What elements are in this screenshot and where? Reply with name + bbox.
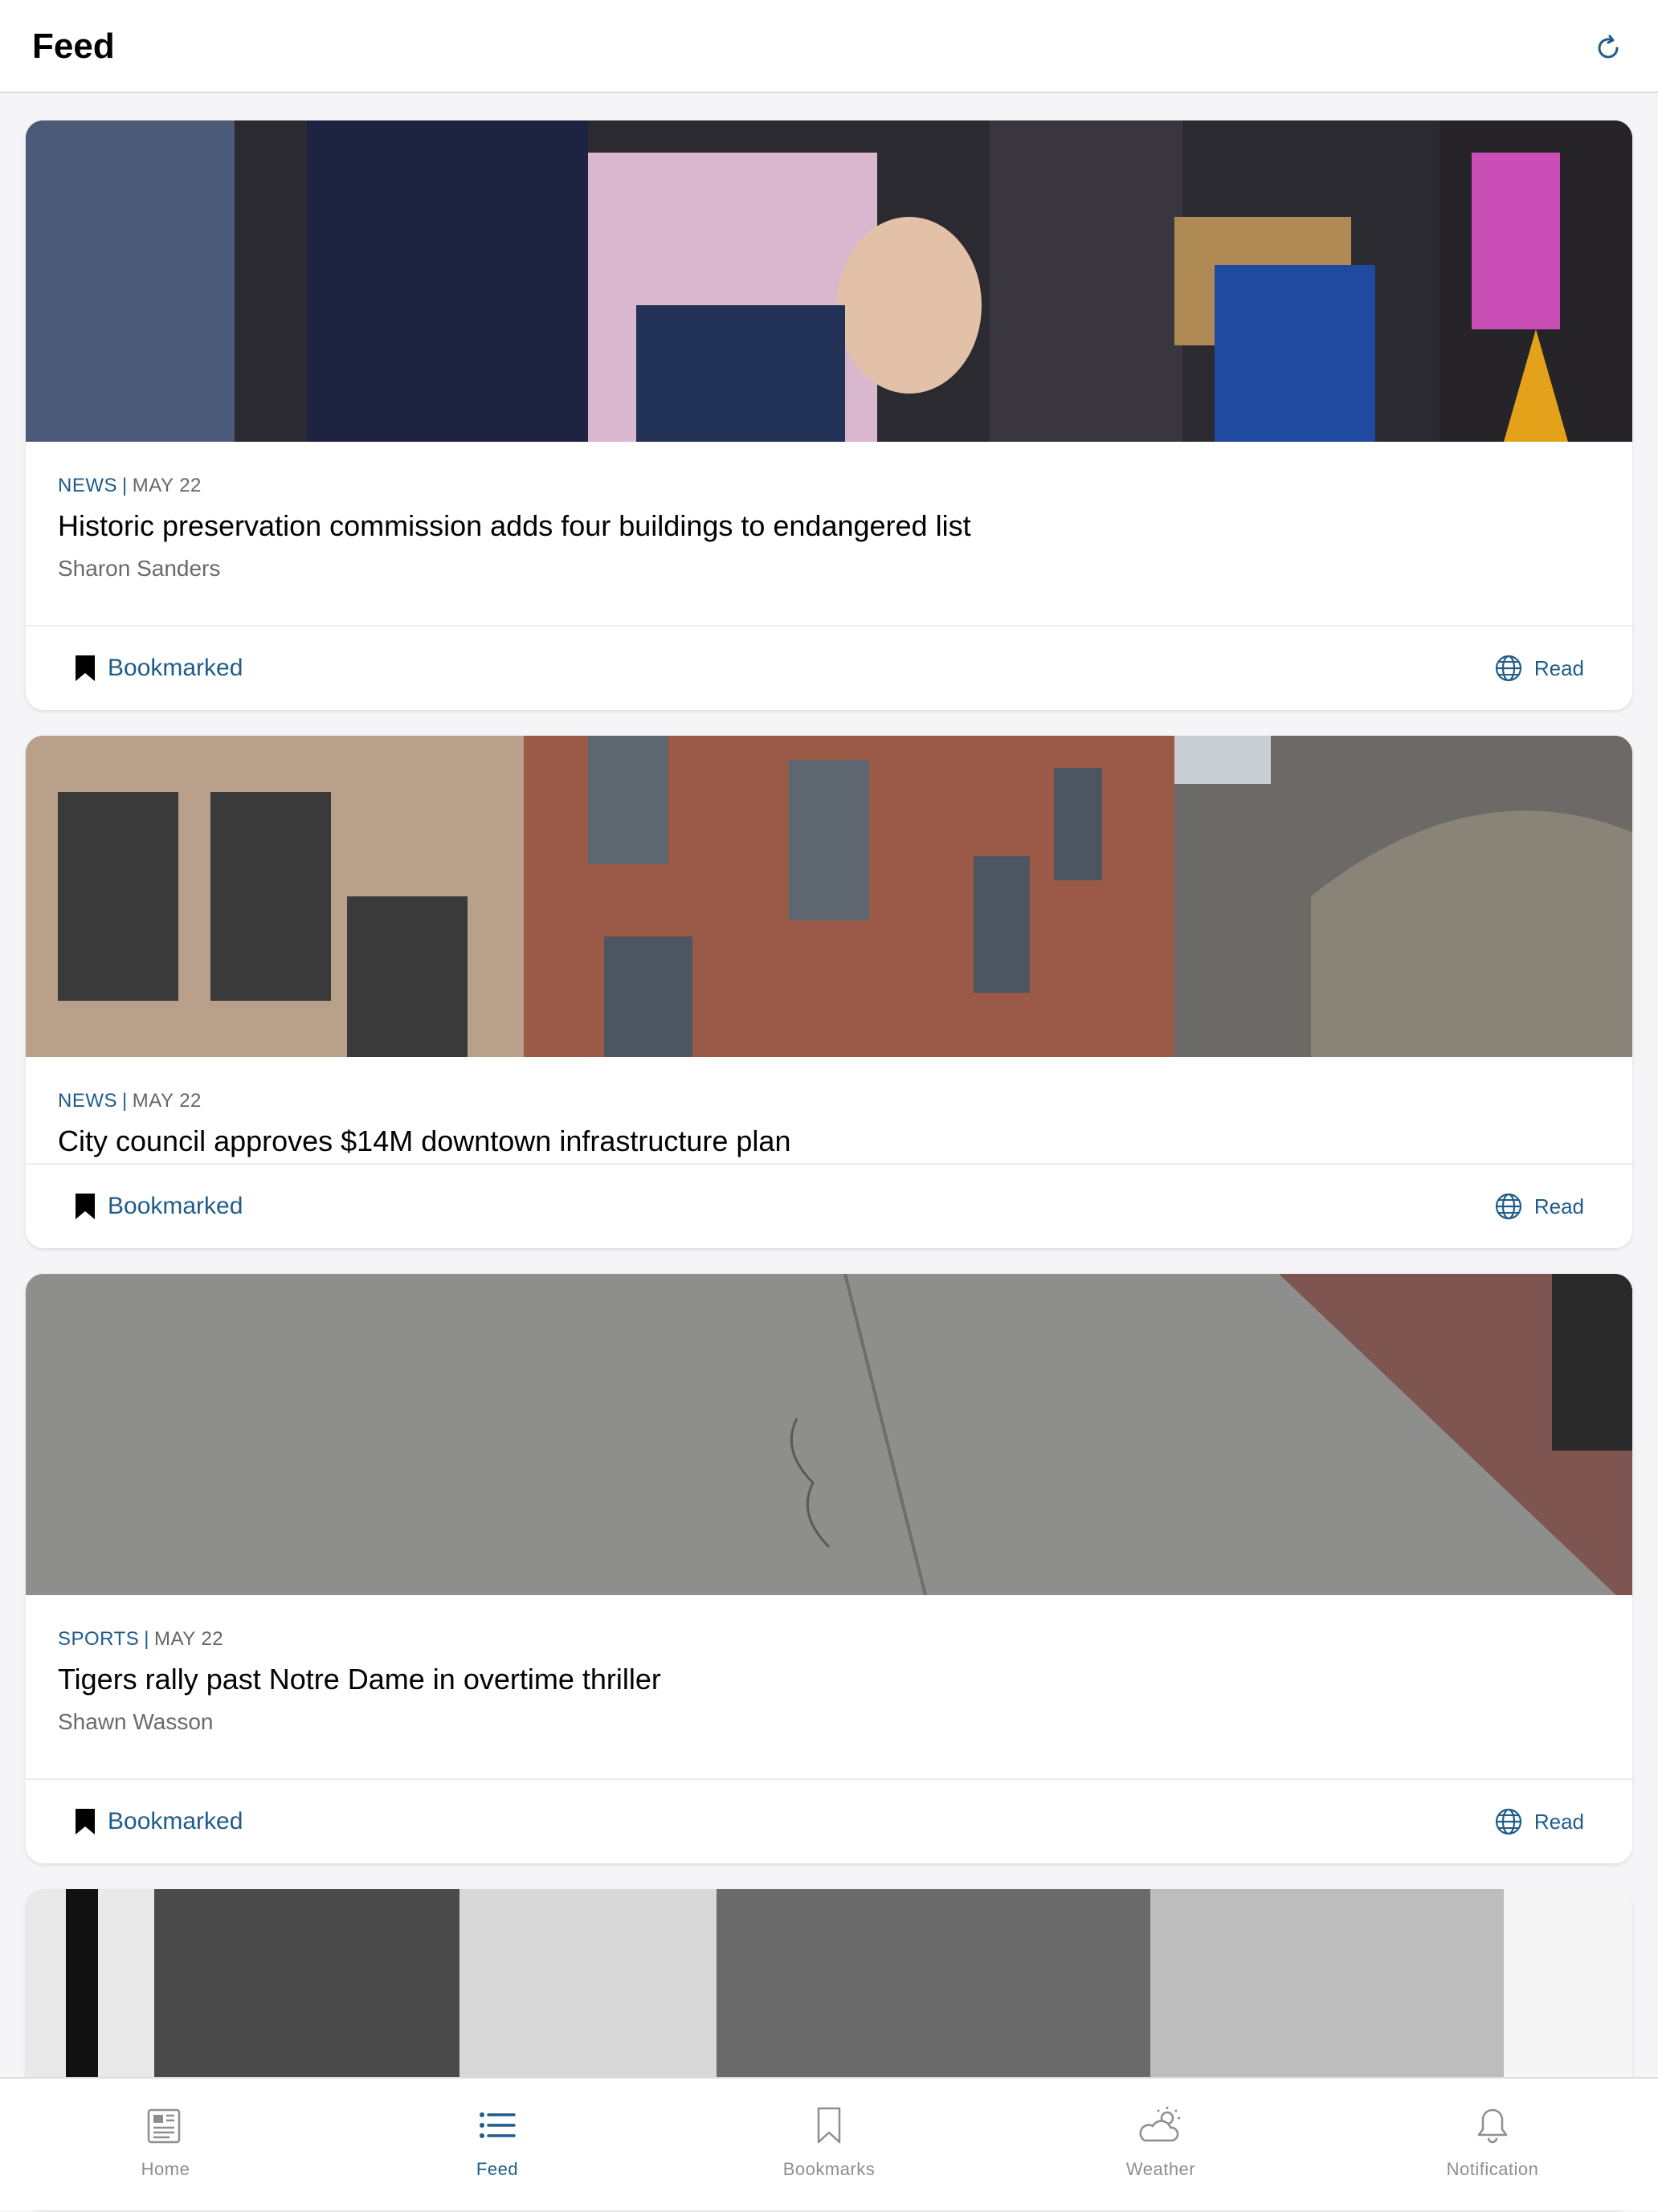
article-author: Sharon Sanders: [58, 556, 221, 581]
meta-separator: |: [122, 475, 128, 496]
bookmark-label: Bookmarked: [108, 655, 243, 681]
tab-bookmarks-label: Bookmarks: [782, 2159, 876, 2179]
tab-bookmarks[interactable]: Bookmarks: [664, 2079, 994, 2212]
bookmark-button[interactable]: Bookmarked: [74, 644, 243, 692]
read-button[interactable]: Read: [1494, 1798, 1584, 1846]
article-meta: NEWS | MAY 22: [58, 1089, 202, 1113]
meta-separator: |: [144, 1628, 149, 1650]
tab-notification-label: Notification: [1446, 2159, 1539, 2179]
article-image: [26, 120, 1632, 442]
list-icon: [477, 2103, 517, 2148]
article-author: Shawn Wasson: [58, 1709, 214, 1734]
meta-separator: |: [122, 1090, 128, 1112]
bookmark-label: Bookmarked: [108, 1193, 243, 1219]
tab-feed-label: Feed: [476, 2159, 519, 2179]
article-date: MAY 22: [132, 1090, 202, 1112]
globe-icon: [1495, 1193, 1521, 1220]
bell-icon: [1472, 2103, 1513, 2148]
card-divider: [26, 1778, 1632, 1780]
read-label: Read: [1533, 1194, 1584, 1218]
read-label: Read: [1533, 655, 1584, 680]
tab-bar: Home Feed Bookmarks Weather Notification: [0, 2077, 1658, 2210]
article-meta: SPORTS | MAY 22: [58, 1627, 223, 1651]
article-meta: NEWS | MAY 22: [58, 474, 202, 498]
article-card[interactable]: NEWS | MAY 22 Historic preservation commis…: [26, 120, 1632, 710]
read-button[interactable]: Read: [1494, 644, 1584, 692]
article-category: SPORTS: [58, 1628, 140, 1650]
article-headline[interactable]: Tigers rally past Notre Dame in overtime…: [58, 1661, 661, 1698]
bookmark-filled-icon: [76, 1809, 95, 1834]
tab-home-label: Home: [141, 2159, 190, 2179]
article-date: MAY 22: [132, 475, 202, 496]
article-image: [26, 1274, 1632, 1595]
page-title: Feed: [32, 27, 115, 66]
cloud-sun-icon: [1137, 2103, 1185, 2148]
bookmark-button[interactable]: Bookmarked: [74, 1798, 243, 1846]
globe-icon: [1495, 1808, 1521, 1835]
article-card[interactable]: SPORTS | MAY 22 Tigers rally past Notre Da…: [26, 1274, 1632, 1863]
read-button[interactable]: Read: [1494, 1182, 1584, 1230]
card-divider: [26, 1163, 1632, 1165]
globe-icon: [1495, 655, 1521, 682]
article-headline[interactable]: Historic preservation commission adds fo…: [58, 508, 971, 545]
article-card[interactable]: NEWS | MAY 22 City council approves $14M d…: [26, 736, 1632, 1248]
article-headline[interactable]: City council approves $14M downtown infr…: [58, 1123, 790, 1160]
article-image: [26, 736, 1632, 1057]
card-divider: [26, 625, 1632, 626]
read-label: Read: [1533, 1809, 1584, 1834]
tab-weather[interactable]: Weather: [995, 2079, 1326, 2212]
bookmark-filled-icon: [76, 655, 95, 681]
article-category: NEWS: [58, 1090, 117, 1112]
article-date: MAY 22: [153, 1628, 224, 1650]
app-header: Feed: [0, 0, 1658, 93]
refresh-icon: [1598, 35, 1619, 59]
tab-notification[interactable]: Notification: [1327, 2079, 1658, 2212]
bookmark-filled-icon: [76, 1194, 95, 1219]
newspaper-icon: [145, 2103, 186, 2148]
refresh-button[interactable]: [1586, 29, 1631, 67]
article-category: NEWS: [58, 475, 117, 496]
tab-feed[interactable]: Feed: [332, 2079, 663, 2212]
bookmark-label: Bookmarked: [108, 1808, 243, 1834]
tab-home[interactable]: Home: [0, 2079, 331, 2212]
bookmark-icon: [809, 2103, 849, 2148]
bookmark-button[interactable]: Bookmarked: [74, 1182, 243, 1230]
tab-weather-label: Weather: [1125, 2159, 1196, 2179]
